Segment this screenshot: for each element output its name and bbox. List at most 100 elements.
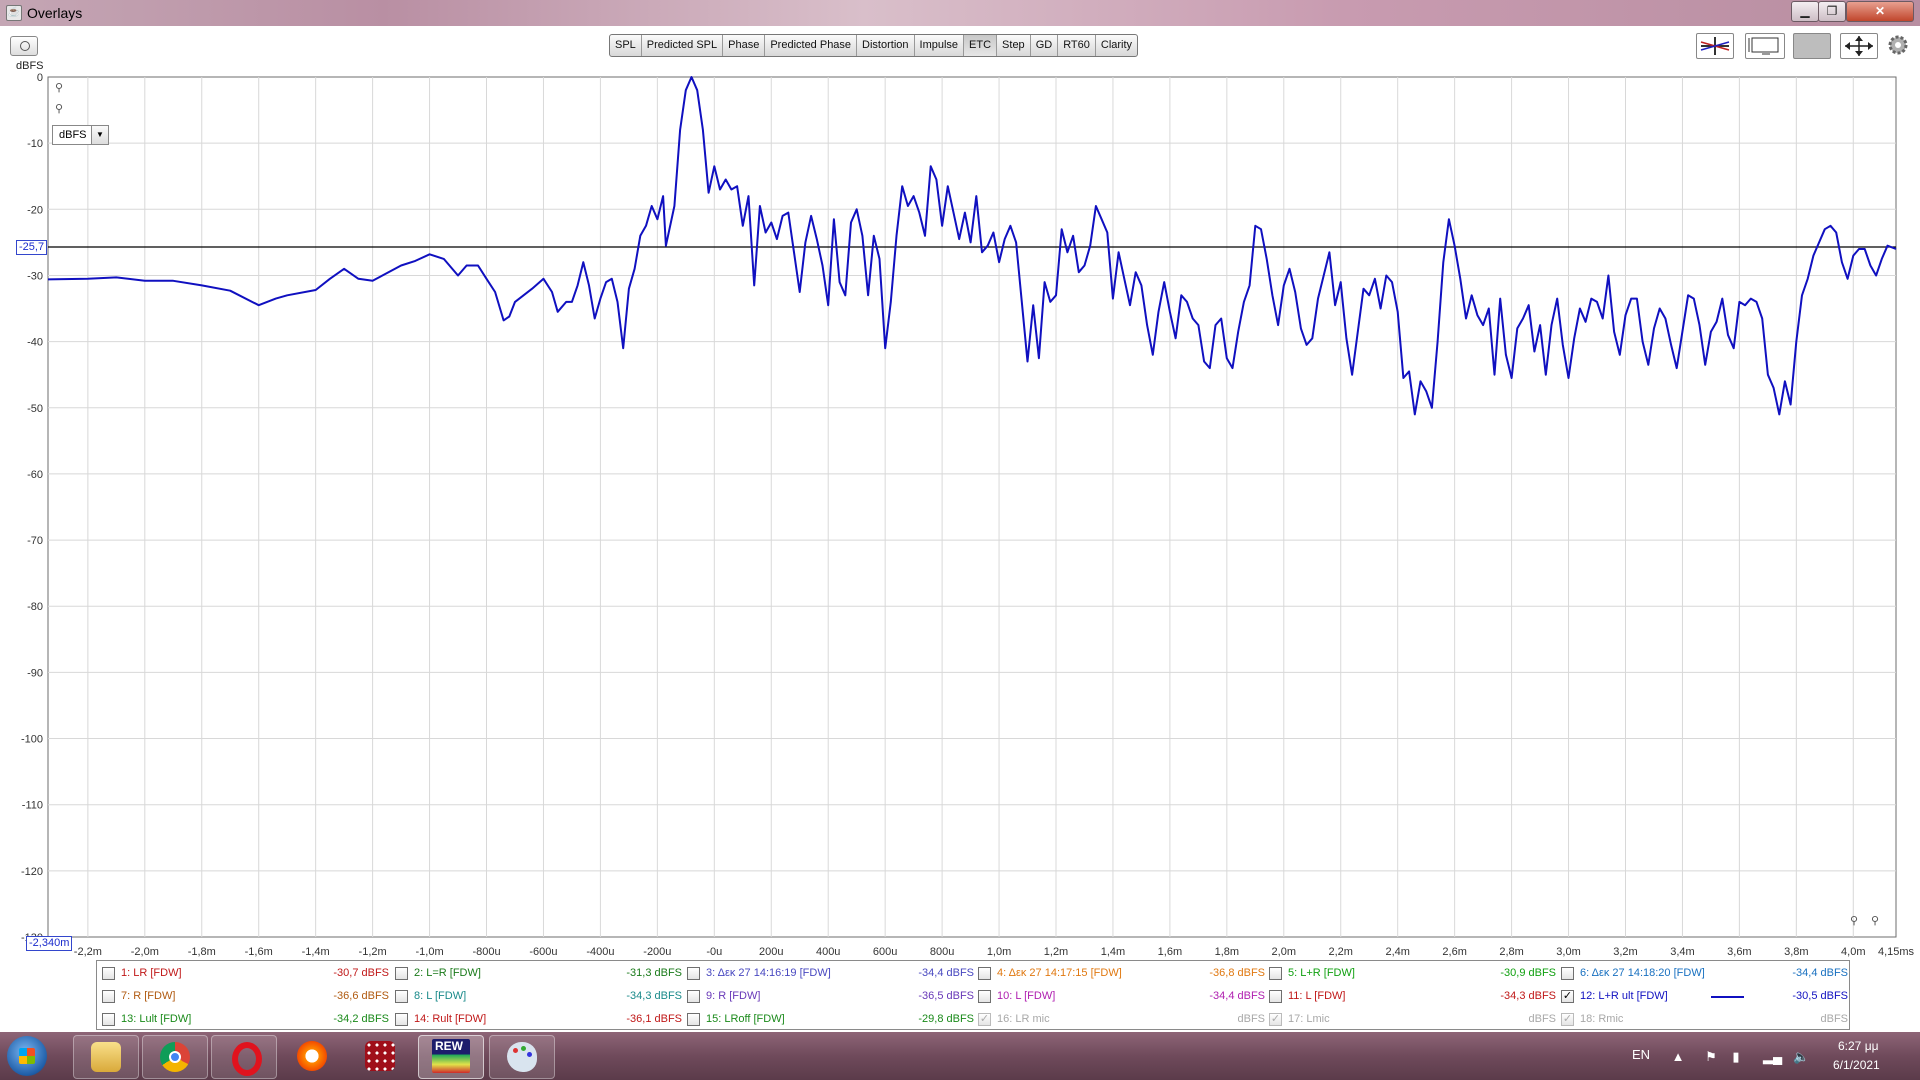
legend-trace-name[interactable]: 16: LR mic xyxy=(997,1013,1050,1025)
legend-checkbox[interactable] xyxy=(102,990,115,1003)
chevron-down-icon[interactable]: ▼ xyxy=(91,126,108,144)
network-signal-icon[interactable]: ▂▄ xyxy=(1763,1050,1782,1064)
clock-date[interactable]: 6/1/2021 xyxy=(1833,1058,1880,1072)
y-unit-selector[interactable]: dBFS ▼ xyxy=(52,125,109,145)
y-zoom-in-icon[interactable]: ⚲ xyxy=(55,82,67,94)
legend-trace-name[interactable]: 10: L [FDW] xyxy=(997,990,1055,1002)
legend-checkbox[interactable] xyxy=(395,967,408,980)
tab-step[interactable]: Step xyxy=(997,35,1031,56)
cursor-x-readout: -2,340m xyxy=(26,936,73,951)
language-indicator[interactable]: EN xyxy=(1632,1047,1650,1062)
legend-trace-name[interactable]: 14: Rult [FDW] xyxy=(414,1013,486,1025)
x-tick-label: -1,0m xyxy=(415,946,443,958)
legend-trace-name[interactable]: 17: Lmic xyxy=(1288,1013,1330,1025)
x-tick-label: 3,0m xyxy=(1556,946,1580,958)
grey-panel-icon[interactable] xyxy=(1793,33,1831,59)
y-tick-label: -60 xyxy=(27,469,43,481)
legend-checkbox[interactable] xyxy=(687,967,700,980)
taskbar-paint[interactable] xyxy=(489,1035,555,1079)
plot-area[interactable] xyxy=(47,76,1897,938)
legend-trace-name[interactable]: 12: L+R ult [FDW] xyxy=(1580,990,1668,1002)
legend-checkbox[interactable] xyxy=(102,1013,115,1026)
y-tick-label: -30 xyxy=(27,270,43,282)
rew-icon-label: REW xyxy=(435,1039,463,1053)
legend-trace-name[interactable]: 8: L [FDW] xyxy=(414,990,466,1002)
legend-trace-name[interactable]: 18: Rmic xyxy=(1580,1013,1623,1025)
legend-checkbox[interactable]: ✓ xyxy=(1561,990,1574,1003)
tab-rt60[interactable]: RT60 xyxy=(1058,35,1096,56)
taskbar-avast-secure-browser[interactable] xyxy=(280,1035,344,1077)
x-tick-label: -200u xyxy=(643,946,671,958)
legend-checkbox[interactable] xyxy=(687,1013,700,1026)
close-button[interactable]: ✕ xyxy=(1846,1,1914,22)
legend-checkbox[interactable] xyxy=(687,990,700,1003)
java-app-icon: ☕ xyxy=(6,5,22,21)
taskbar-rew[interactable]: REW xyxy=(418,1035,484,1079)
start-button[interactable] xyxy=(7,1036,47,1076)
volume-icon[interactable]: 🔈 xyxy=(1793,1050,1809,1064)
legend-trace-name[interactable]: 13: Lult [FDW] xyxy=(121,1013,191,1025)
legend-trace-value: -34,4 dBFS xyxy=(1792,967,1848,979)
taskbar-rew-small[interactable] xyxy=(348,1035,412,1077)
trace-arithmetic-icon[interactable] xyxy=(1696,33,1734,59)
legend-trace-value: -36,1 dBFS xyxy=(626,1013,682,1025)
toolbar: SPL Predicted SPL Phase Predicted Phase Dist… xyxy=(0,26,1920,62)
tab-phase[interactable]: Phase xyxy=(723,35,766,56)
fit-all-arrows-icon[interactable] xyxy=(1840,33,1878,59)
legend-trace-name[interactable]: 15: LRoff [FDW] xyxy=(706,1013,785,1025)
opera-icon xyxy=(232,1042,262,1076)
legend-entry: ✓ 18: Rmic dBFS xyxy=(1561,1011,1851,1029)
legend-checkbox[interactable] xyxy=(1269,990,1282,1003)
show-hidden-icons-chevron-icon[interactable]: ▲ xyxy=(1671,1050,1685,1064)
tab-distortion[interactable]: Distortion xyxy=(857,35,915,56)
legend-checkbox[interactable] xyxy=(395,990,408,1003)
x-tick-label: -400u xyxy=(586,946,614,958)
folder-icon xyxy=(91,1042,121,1072)
battery-icon[interactable]: ▮ xyxy=(1729,1050,1743,1064)
taskbar-windows-explorer[interactable] xyxy=(73,1035,139,1079)
x-tick-label: -1,4m xyxy=(302,946,330,958)
legend-checkbox[interactable] xyxy=(102,967,115,980)
y-zoom-out-icon[interactable]: ⚲ xyxy=(55,103,67,115)
legend-trace-name[interactable]: 4: Δεκ 27 14:17:15 [FDW] xyxy=(997,967,1122,979)
tab-predicted-spl[interactable]: Predicted SPL xyxy=(642,35,724,56)
taskbar-opera[interactable] xyxy=(211,1035,277,1079)
taskbar: REW EN ▲ ⚑ ▮ ▂▄ 🔈 6:27 μμ 6/1/2021 xyxy=(0,1032,1920,1080)
capture-icon[interactable] xyxy=(10,36,38,56)
x-zoom-out-icon[interactable]: ⚲ xyxy=(1871,915,1883,927)
tab-predicted-phase[interactable]: Predicted Phase xyxy=(765,35,858,56)
tab-spl[interactable]: SPL xyxy=(610,35,642,56)
legend-trace-value: -34,3 dBFS xyxy=(626,990,682,1002)
legend-checkbox[interactable] xyxy=(1269,967,1282,980)
action-center-flag-icon[interactable]: ⚑ xyxy=(1704,1050,1718,1064)
legend-checkbox[interactable] xyxy=(395,1013,408,1026)
window-title: Overlays xyxy=(27,5,83,21)
legend-trace-name[interactable]: 5: L+R [FDW] xyxy=(1288,967,1355,979)
legend-trace-name[interactable]: 1: LR [FDW] xyxy=(121,967,182,979)
legend-trace-name[interactable]: 6: Δεκ 27 14:18:20 [FDW] xyxy=(1580,967,1705,979)
legend-checkbox[interactable] xyxy=(978,967,991,980)
legend-trace-value: -30,5 dBFS xyxy=(1792,990,1848,1002)
minimize-button[interactable]: ▁ xyxy=(1791,1,1819,22)
legend-entry: 1: LR [FDW] -30,7 dBFS xyxy=(102,965,392,983)
tab-gd[interactable]: GD xyxy=(1031,35,1059,56)
taskbar-google-chrome[interactable] xyxy=(142,1035,208,1079)
x-tick-label: -600u xyxy=(529,946,557,958)
tab-clarity[interactable]: Clarity xyxy=(1096,35,1137,56)
graph-window-icon[interactable] xyxy=(1745,33,1785,59)
settings-gear-icon[interactable] xyxy=(1886,33,1910,57)
x-tick-label: 2,2m xyxy=(1329,946,1353,958)
etc-plot[interactable]: 0 -10 -20 -30 -40 -50 -60 -70 -80 -90 -100 -110 -120… xyxy=(0,62,1920,962)
clock-time[interactable]: 6:27 μμ xyxy=(1838,1039,1879,1053)
legend-checkbox[interactable] xyxy=(978,990,991,1003)
legend-trace-name[interactable]: 7: R [FDW] xyxy=(121,990,175,1002)
tab-impulse[interactable]: Impulse xyxy=(915,35,965,56)
legend-trace-name[interactable]: 9: R [FDW] xyxy=(706,990,760,1002)
x-zoom-in-icon[interactable]: ⚲ xyxy=(1850,915,1862,927)
tab-etc[interactable]: ETC xyxy=(964,35,998,56)
legend-trace-name[interactable]: 3: Δεκ 27 14:16:19 [FDW] xyxy=(706,967,831,979)
maximize-button[interactable]: ❐ xyxy=(1818,1,1846,22)
legend-trace-name[interactable]: 2: L=R [FDW] xyxy=(414,967,481,979)
legend-checkbox[interactable] xyxy=(1561,967,1574,980)
legend-trace-name[interactable]: 11: L [FDW] xyxy=(1288,990,1345,1002)
